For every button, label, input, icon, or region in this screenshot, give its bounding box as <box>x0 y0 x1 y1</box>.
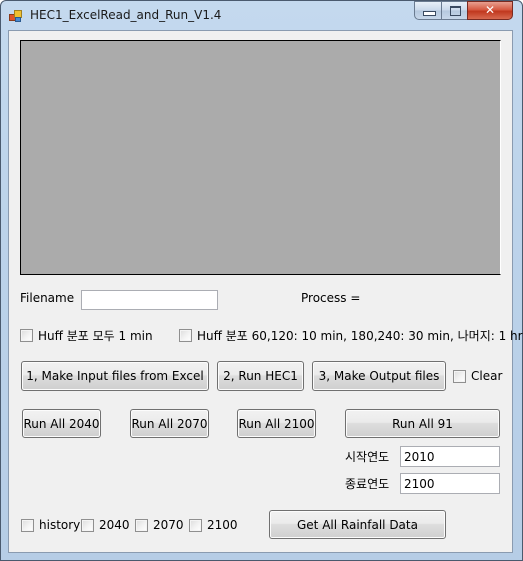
minimize-icon <box>423 11 436 16</box>
filename-label: Filename <box>20 291 75 305</box>
scenario-2100-label: 2100 <box>207 518 238 532</box>
minimize-button[interactable] <box>414 1 442 20</box>
run-all-2070-button[interactable]: Run All 2070 <box>130 409 209 438</box>
get-all-rainfall-data-button[interactable]: Get All Rainfall Data <box>269 510 446 539</box>
process-label: Process = <box>301 291 361 305</box>
run-all-2040-button[interactable]: Run All 2040 <box>22 409 101 438</box>
scenario-2070-label: 2070 <box>153 518 184 532</box>
maximize-icon <box>450 6 461 16</box>
window-title: HEC1_ExcelRead_and_Run_V1.4 <box>30 8 222 22</box>
huff-mixed-checkbox[interactable]: Huff 분포 60,120: 10 min, 180,240: 30 min,… <box>179 327 523 344</box>
end-year-label: 종료연도 <box>345 477 390 491</box>
maximize-button[interactable] <box>441 1 468 20</box>
run-hec1-button[interactable]: 2, Run HEC1 <box>217 361 304 391</box>
run-all-91-button[interactable]: Run All 91 <box>345 409 500 438</box>
display-panel <box>20 40 501 275</box>
checkbox-box[interactable] <box>81 518 94 532</box>
huff-1min-checkbox[interactable]: Huff 분포 모두 1 min <box>20 327 153 344</box>
huff-mixed-label: Huff 분포 60,120: 10 min, 180,240: 30 min,… <box>197 329 523 343</box>
scenario-2070-checkbox[interactable]: 2070 <box>135 518 184 532</box>
checkbox-box[interactable] <box>453 369 466 383</box>
close-icon: ✕ <box>484 3 496 17</box>
checkbox-box[interactable] <box>179 329 192 342</box>
history-label: history <box>39 518 81 532</box>
app-icon <box>9 9 23 23</box>
title-bar[interactable]: HEC1_ExcelRead_and_Run_V1.4 ✕ <box>1 1 522 31</box>
huff-1min-label: Huff 분포 모두 1 min <box>38 329 153 343</box>
clear-label: Clear <box>471 369 503 383</box>
run-all-2100-button[interactable]: Run All 2100 <box>237 409 316 438</box>
history-checkbox[interactable]: history <box>21 518 80 532</box>
checkbox-box[interactable] <box>135 518 148 532</box>
checkbox-box[interactable] <box>21 518 34 532</box>
make-input-files-button[interactable]: 1, Make Input files from Excel <box>21 361 209 391</box>
checkbox-box[interactable] <box>20 329 33 342</box>
close-button[interactable]: ✕ <box>467 1 513 20</box>
clear-checkbox[interactable]: Clear <box>453 369 502 383</box>
filename-input[interactable] <box>81 290 218 310</box>
make-output-files-button[interactable]: 3, Make Output files <box>312 361 446 391</box>
start-year-input[interactable] <box>400 446 500 467</box>
start-year-label: 시작연도 <box>345 450 390 464</box>
end-year-input[interactable] <box>400 473 500 494</box>
scenario-2040-label: 2040 <box>99 518 130 532</box>
scenario-2040-checkbox[interactable]: 2040 <box>81 518 130 532</box>
scenario-2100-checkbox[interactable]: 2100 <box>189 518 238 532</box>
checkbox-box[interactable] <box>189 518 202 532</box>
